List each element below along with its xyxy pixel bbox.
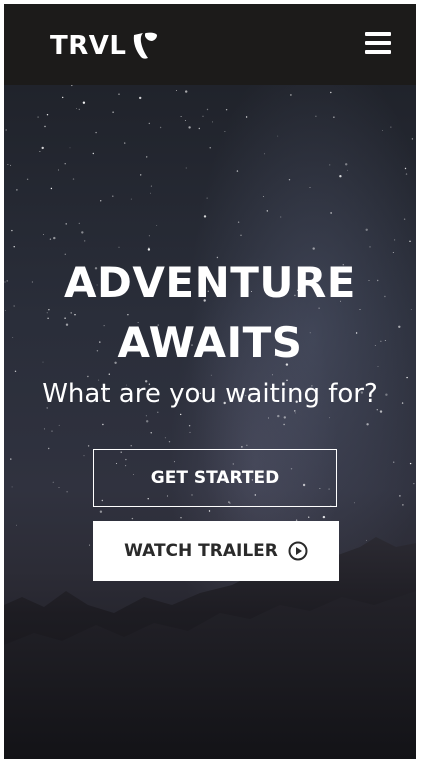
hamburger-menu-icon-middle-bar	[365, 41, 391, 45]
hero-subtitle: What are you waiting for?	[42, 379, 378, 409]
watch-trailer-label: WATCH TRAILER	[124, 541, 278, 561]
hero-title-line2: AWAITS	[117, 318, 303, 367]
hamburger-menu-icon-bottom-bar	[365, 50, 391, 54]
brand-name: TRVL	[50, 31, 127, 61]
play-circle-icon	[288, 541, 308, 561]
hero-title: ADVENTURE AWAITS	[4, 253, 416, 373]
top-navbar: TRVL	[4, 4, 416, 85]
hero-section: ADVENTURE AWAITS What are you waiting fo…	[4, 85, 416, 759]
hero-title-line1: ADVENTURE	[64, 258, 356, 307]
get-started-label: GET STARTED	[150, 468, 280, 488]
hamburger-menu-button[interactable]	[361, 28, 395, 58]
mountain-silhouette	[4, 537, 416, 759]
brand-home-link[interactable]: TRVL	[50, 29, 158, 63]
get-started-button[interactable]: GET STARTED	[93, 449, 337, 507]
page-viewport: TRVL ADVENTURE AWAITS What are you waiti…	[4, 4, 416, 759]
typo3-logo-icon	[134, 32, 158, 59]
hamburger-menu-icon	[365, 32, 391, 36]
device-frame: TRVL ADVENTURE AWAITS What are you waiti…	[0, 0, 421, 763]
watch-trailer-button[interactable]: WATCH TRAILER	[93, 521, 339, 581]
